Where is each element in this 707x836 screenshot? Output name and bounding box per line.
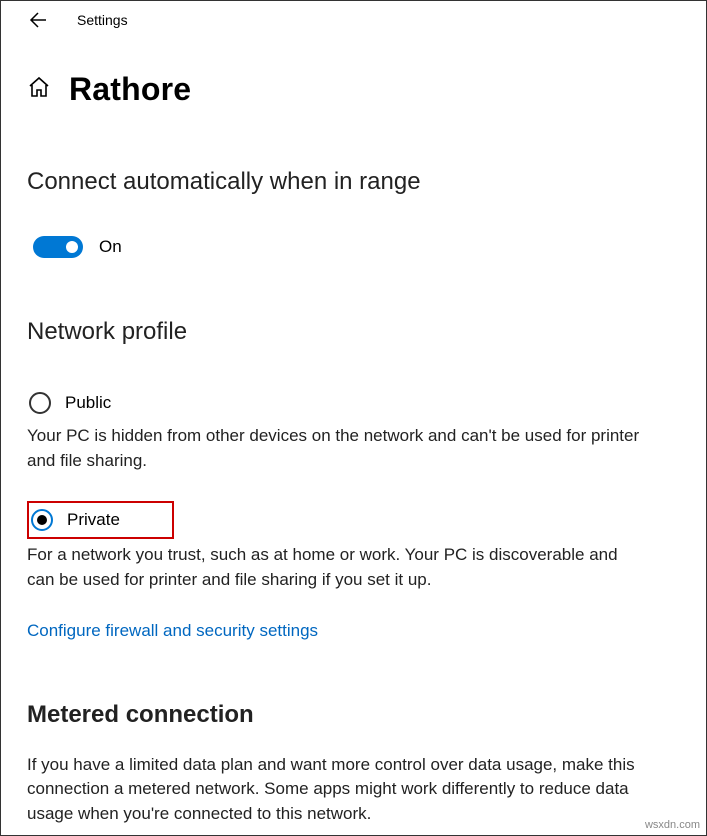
public-radio-row[interactable]: Public bbox=[27, 386, 680, 420]
public-description: Your PC is hidden from other devices on … bbox=[27, 424, 647, 473]
public-label: Public bbox=[65, 393, 111, 413]
arrow-left-icon bbox=[29, 11, 47, 29]
watermark: wsxdn.com bbox=[645, 819, 700, 831]
firewall-settings-link[interactable]: Configure firewall and security settings bbox=[27, 621, 318, 641]
titlebar: Settings bbox=[1, 1, 706, 43]
private-description: For a network you trust, such as at home… bbox=[27, 543, 647, 592]
private-radio[interactable] bbox=[31, 509, 53, 531]
back-button[interactable] bbox=[29, 11, 47, 29]
connect-heading: Connect automatically when in range bbox=[27, 168, 680, 196]
auto-connect-toggle-row: On bbox=[33, 236, 680, 258]
page-header: Rathore bbox=[27, 71, 680, 108]
private-radio-row[interactable]: Private bbox=[27, 501, 174, 539]
page-title: Rathore bbox=[69, 71, 191, 108]
metered-description: If you have a limited data plan and want… bbox=[27, 753, 647, 827]
auto-connect-toggle[interactable] bbox=[33, 236, 83, 258]
public-radio[interactable] bbox=[29, 392, 51, 414]
app-title: Settings bbox=[77, 12, 128, 28]
toggle-state-label: On bbox=[99, 237, 122, 257]
network-profile-heading: Network profile bbox=[27, 318, 680, 346]
content: Rathore Connect automatically when in ra… bbox=[1, 43, 706, 826]
profile-option-public: Public bbox=[27, 386, 680, 420]
metered-heading: Metered connection bbox=[27, 701, 680, 729]
private-label: Private bbox=[67, 510, 120, 530]
home-icon bbox=[27, 75, 51, 104]
profile-option-private: Private bbox=[27, 501, 680, 539]
